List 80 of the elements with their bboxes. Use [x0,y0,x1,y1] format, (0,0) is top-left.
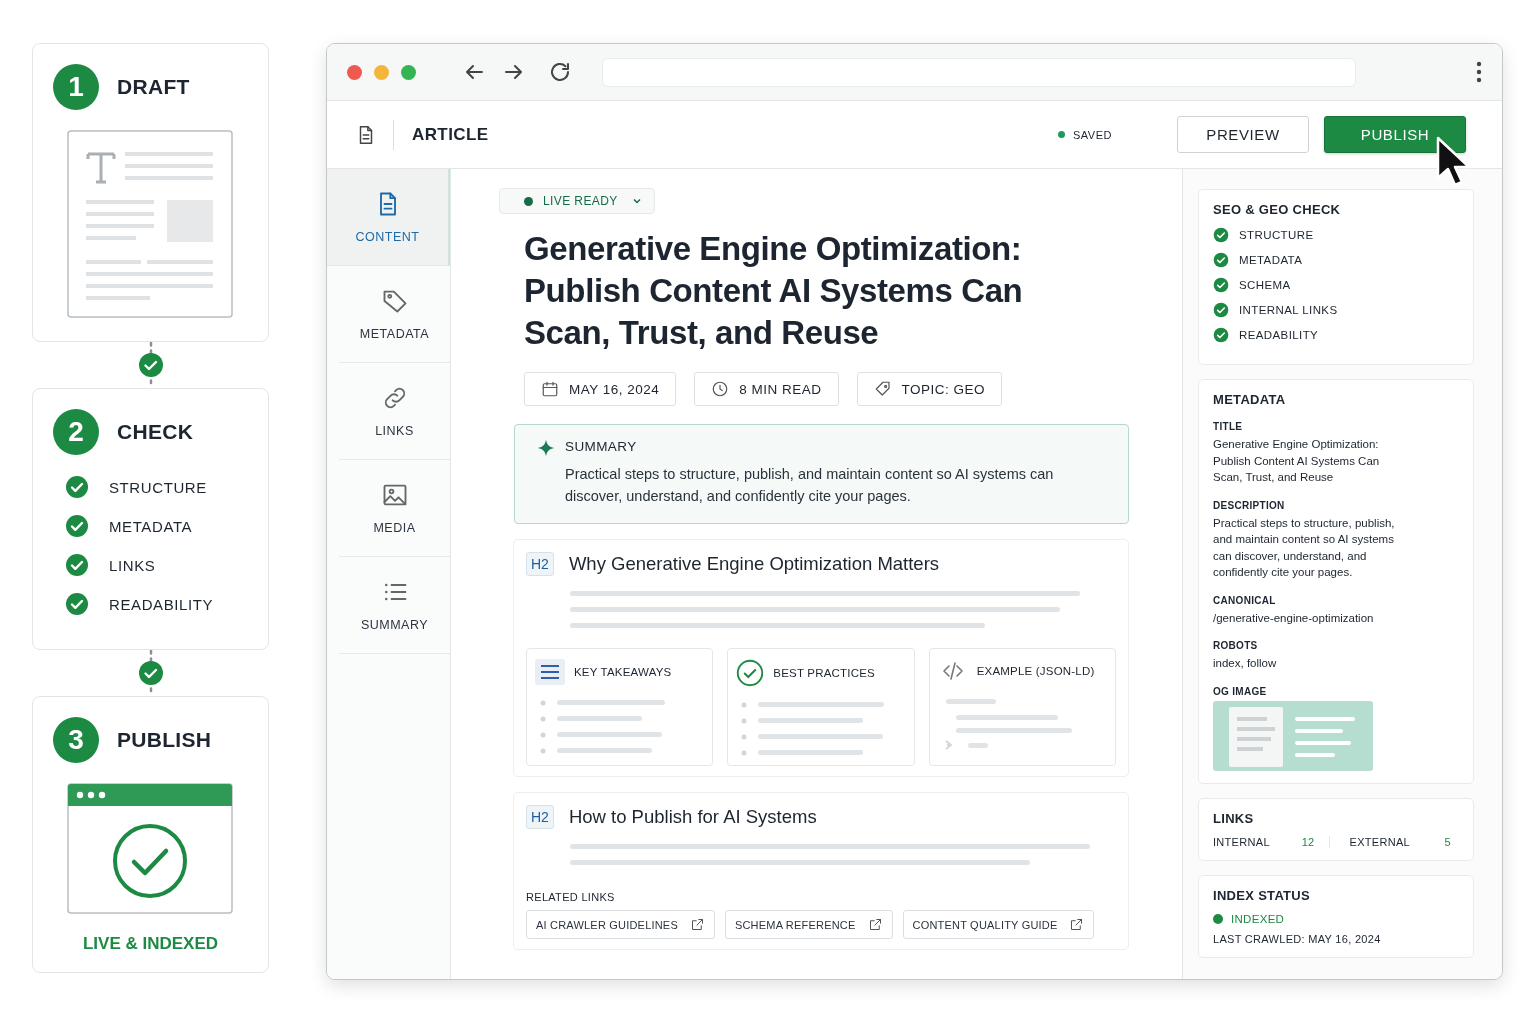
summary-label: SUMMARY [565,439,638,456]
step-title: CHECK [117,420,194,444]
section-heading: Why Generative Engine Optimization Matters [568,553,940,575]
step-number: 1 [53,64,99,110]
publish-button[interactable]: PUBLISH [1324,116,1466,153]
panel-title: INDEX STATUS [1213,887,1311,903]
heading-tag: H2 [526,552,554,576]
clock-icon [711,380,730,398]
meta-label: MAY 16, 2024 [569,381,660,397]
related-links-label: RELATED LINKS [526,891,616,903]
check-label: READABILITY [109,595,214,613]
heading-tag: H2 [526,805,554,829]
list-icon [535,659,565,685]
check-label: METADATA [1239,254,1303,266]
preview-button[interactable]: PREVIEW [1177,116,1309,153]
check-label: SCHEMA [1239,279,1291,291]
check-label: STRUCTURE [109,478,207,496]
nav-tab[interactable]: CONTENT [327,169,450,266]
card-title: EXAMPLE (JSON-LD) [976,665,1095,677]
check-label: LINKS [109,556,156,574]
field-label: TITLE [1213,421,1244,432]
field-label: OG IMAGE [1213,685,1268,697]
step-number: 2 [53,409,99,455]
section-heading: How to Publish for AI Systems [568,806,817,828]
status-dot [524,196,533,206]
panel-title: SEO & GEO CHECK [1213,202,1342,217]
meta-label: TOPIC: GEO [901,381,986,397]
stat-label: EXTERNAL [1349,835,1410,848]
external-link-icon [867,917,883,932]
step-caption: LIVE & INDEXED [81,934,220,954]
step-title: DRAFT [117,75,190,99]
related-link[interactable]: CONTENT QUALITY GUIDE [902,910,1095,939]
check-circle-icon [736,659,765,687]
status-dropdown[interactable]: LIVE READY [499,188,655,214]
panel-title: METADATA [1213,392,1287,407]
related-link[interactable]: SCHEMA REFERENCE [724,910,893,939]
stat-value: 5 [1444,835,1451,848]
article-title: Generative Engine Optimization: Publish Content AI Systems Can Scan, Trust, and Reuse [524,229,1024,353]
check-label: METADATA [109,517,193,535]
step-number: 3 [53,717,99,763]
nav-tab[interactable]: SUMMARY [339,557,450,654]
stat-label: INTERNAL [1213,835,1270,848]
nav-tab[interactable]: METADATA [339,266,450,363]
nav-tab[interactable]: LINKS [339,363,450,460]
close-button[interactable] [347,64,362,80]
field-value: Generative Engine Optimization: Publish Content AI Systems Can Scan, Trust, and Reuse [1213,437,1381,485]
card-title: KEY TAKEAWAYS [574,666,672,678]
nav-tab[interactable]: MEDIA [339,460,450,557]
summary-text: Practical steps to structure, publish, and maintain content so AI systems can discover, understand, and confidently cite your pages. [565,465,1055,506]
check-label: READABILITY [1239,329,1319,341]
related-link[interactable]: AI CRAWLER GUIDELINES [526,910,715,939]
save-status: SAVED [1073,128,1112,141]
field-value: Practical steps to structure, publish, and maintain content so AI systems can discover, understand, and confidently cite your pages. [1213,515,1396,580]
check-label: INTERNAL LINKS [1239,304,1338,316]
meta-label: 8 MIN READ [739,381,822,397]
more-icon [1476,61,1482,83]
tag-icon [873,380,892,398]
stat-value: 12 [1301,835,1315,848]
last-crawled: LAST CRAWLED: MAY 16, 2024 [1213,932,1382,945]
field-value: index, follow [1213,656,1278,671]
panel-title: LINKS [1213,810,1255,826]
field-label: ROBOTS [1213,640,1259,651]
external-link-icon [689,917,705,932]
minimize-button[interactable] [374,64,389,80]
external-link-icon [1069,917,1085,932]
status-dot [1058,131,1065,138]
reload-icon[interactable] [548,60,572,84]
sparkle-icon [537,439,555,457]
field-label: DESCRIPTION [1213,499,1286,511]
status-dot [1213,913,1223,924]
check-label: STRUCTURE [1239,229,1314,241]
step-title: PUBLISH [117,728,212,752]
calendar-icon [541,380,559,398]
maximize-button[interactable] [401,64,416,80]
index-status: INDEXED [1231,912,1285,925]
field-value: /generative-engine-optimization [1213,610,1375,626]
field-label: CANONICAL [1213,594,1277,606]
caret-icon [631,196,642,206]
page-title: ARTICLE [393,119,489,150]
card-title: BEST PRACTICES [773,667,875,679]
